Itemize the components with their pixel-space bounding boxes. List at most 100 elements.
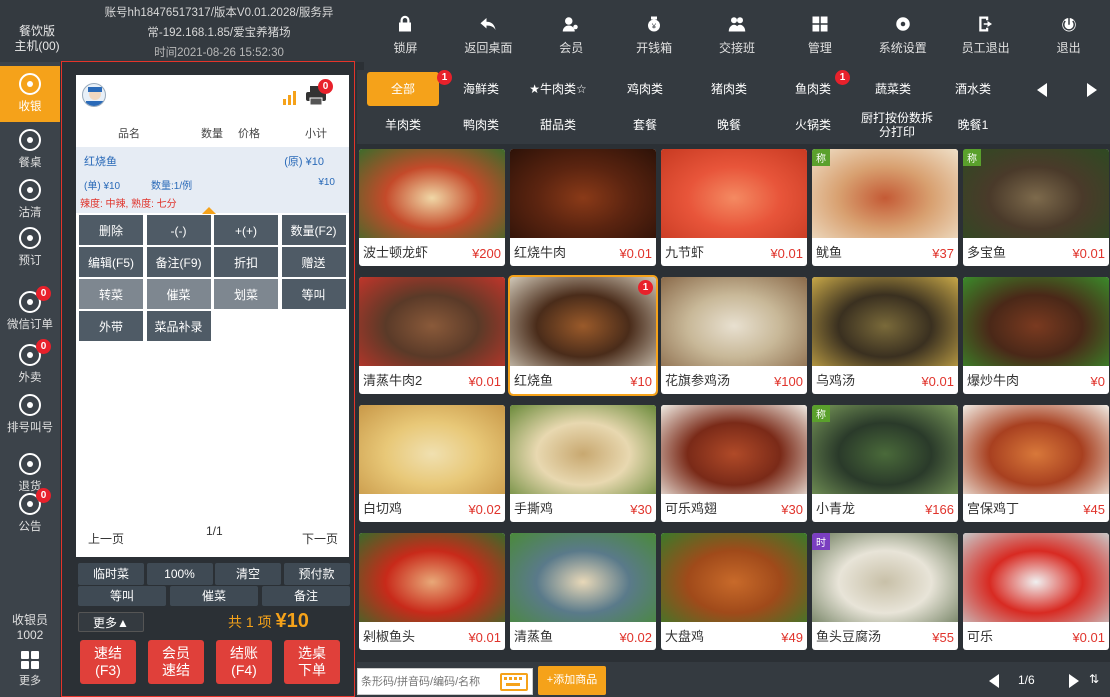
category-tab[interactable]: 蔬菜类 (857, 72, 929, 106)
category-tab[interactable]: 晚餐 (693, 108, 765, 142)
dish-card[interactable]: 爆炒牛肉 ¥0 (963, 277, 1109, 394)
sidebar-item-warning[interactable]: 沽清 (0, 176, 60, 220)
dish-card[interactable]: 手撕鸡 ¥30 (510, 405, 656, 522)
quick-op-button[interactable]: 临时菜 (78, 563, 144, 585)
category-tab[interactable]: ★牛肉类☆ (522, 72, 594, 106)
dish-card[interactable]: 清蒸鱼 ¥0.02 (510, 533, 656, 650)
quick-op-button[interactable]: 100% (146, 563, 213, 585)
dish-card[interactable]: 称小青龙 ¥166 (812, 405, 958, 522)
checkout-action-button[interactable]: 结账 (F4) (216, 640, 272, 684)
info-line-1: 账号hh18476517317/版本V0.01.2028/服务异 (104, 7, 334, 19)
sidebar-item-cashier[interactable]: 收银 (0, 66, 60, 122)
sidebar-item-wechat[interactable]: 微信订单 0 (0, 286, 60, 332)
order-action-button[interactable]: 菜品补录 (145, 310, 212, 342)
category-tab[interactable]: 晚餐1 (937, 108, 1009, 142)
next-page-arrow-icon[interactable] (1069, 674, 1079, 688)
topnav-manage-button[interactable]: 管理 (778, 0, 861, 70)
avatar[interactable] (82, 83, 106, 107)
category-tab[interactable]: 火锅类 (777, 108, 849, 142)
order-item[interactable]: 红烧鱼 (原) ¥10 (单) ¥10 数量:1/例 ¥10 辣度: 中辣, 熟… (76, 147, 349, 213)
dish-card[interactable]: 称多宝鱼 ¥0.01 (963, 149, 1109, 266)
order-action-button[interactable]: 备注(F9) (145, 246, 212, 278)
checkout-action-button[interactable]: 会员 速结 (148, 640, 204, 684)
sidebar-item-notice[interactable]: 公告 0 (0, 488, 60, 534)
quick-op-row2-button[interactable]: 备注 (262, 586, 350, 606)
order-action-button[interactable]: -(-) (145, 214, 212, 246)
topnav-shift-handover-button[interactable]: 交接班 (696, 0, 779, 70)
dish-card[interactable]: 清蒸牛肉2 ¥0.01 (359, 277, 505, 394)
add-product-button[interactable]: +添加商品 (538, 666, 606, 695)
dish-card[interactable]: 波士顿龙虾 ¥200 (359, 149, 505, 266)
col-header-subtotal: 小计 (305, 128, 327, 140)
category-tab[interactable]: 鸡肉类 (609, 72, 681, 106)
sidebar-item-queue[interactable]: 排号叫号 (0, 391, 60, 435)
category-next-arrow-icon[interactable] (1087, 83, 1097, 97)
dish-price: ¥30 (781, 502, 803, 517)
category-tab[interactable]: 全部 1 (367, 70, 452, 106)
prev-page-button[interactable]: 上一页 (88, 530, 124, 547)
topnav-settings-gear-button[interactable]: 系统设置 (861, 0, 944, 70)
printer-icon[interactable]: 0 (304, 79, 333, 112)
order-action-button[interactable]: 删除 (78, 214, 144, 246)
dish-card[interactable]: 花旗参鸡汤 ¥100 (661, 277, 807, 394)
category-tab[interactable]: 鱼肉类 1 (777, 70, 850, 106)
quick-op-row2-button[interactable]: 催菜 (170, 586, 258, 606)
quick-op-button[interactable]: 清空 (215, 563, 281, 585)
checkout-action-button[interactable]: 速结 (F3) (80, 640, 136, 684)
dish-price: ¥45 (1083, 502, 1105, 517)
dish-card[interactable]: 剁椒鱼头 ¥0.01 (359, 533, 505, 650)
dish-card[interactable]: 1 红烧鱼 ¥10 (508, 275, 658, 396)
topnav-power-button[interactable]: 退出 (1027, 0, 1110, 70)
topnav-cash-box-button[interactable]: ¥ 开钱箱 (613, 0, 696, 70)
dish-card[interactable]: 可乐鸡翅 ¥30 (661, 405, 807, 522)
sort-icon[interactable]: ⇅ (1089, 672, 1099, 686)
dish-card[interactable]: 时鱼头豆腐汤 ¥55 (812, 533, 958, 650)
category-tab[interactable]: 羊肉类 (367, 108, 439, 142)
more-button[interactable]: 更多▲ (78, 612, 144, 632)
dish-card[interactable]: 乌鸡汤 ¥0.01 (812, 277, 958, 394)
topnav-lock-button[interactable]: 锁屏 (364, 0, 447, 70)
order-action-button[interactable]: 等叫 (280, 278, 347, 310)
sidebar-item-takeout[interactable]: 外卖 0 (0, 339, 60, 385)
order-action-button[interactable]: 划菜 (213, 278, 279, 310)
sidebar-more-button[interactable]: 更多 (0, 650, 60, 688)
topnav-member-button[interactable]: 会员 (530, 0, 613, 70)
order-action-button[interactable]: +(+) (213, 214, 279, 246)
category-tab[interactable]: 厨打按份数拆分打印 (857, 108, 937, 142)
dish-card[interactable]: 红烧牛肉 ¥0.01 (510, 149, 656, 266)
category-tab[interactable]: 海鲜类 (445, 72, 517, 106)
next-page-button[interactable]: 下一页 (302, 530, 338, 547)
topnav-label: 交接班 (719, 40, 756, 55)
checkout-action-button[interactable]: 选桌 下单 (284, 640, 340, 684)
dish-card[interactable]: 白切鸡 ¥0.02 (359, 405, 505, 522)
topnav-back-arrow-button[interactable]: 返回桌面 (447, 0, 530, 70)
category-tab[interactable]: 酒水类 (937, 72, 1009, 106)
order-action-button[interactable]: 转菜 (78, 278, 144, 310)
order-action-button[interactable]: 催菜 (145, 278, 212, 310)
sidebar-item-dining-table[interactable]: 餐桌 (0, 126, 60, 170)
category-prev-arrow-icon[interactable] (1037, 83, 1047, 97)
order-action-button[interactable]: 编辑(F5) (78, 246, 144, 278)
order-action-button[interactable]: 折扣 (213, 246, 279, 278)
category-tab[interactable]: 鸭肉类 (445, 108, 517, 142)
topnav-staff-logout-button[interactable]: 员工退出 (944, 0, 1027, 70)
sidebar-item-reservation[interactable]: 预订 (0, 224, 60, 268)
dish-card[interactable]: 大盘鸡 ¥49 (661, 533, 807, 650)
dish-card[interactable]: 称鱿鱼 ¥37 (812, 149, 958, 266)
dish-price: ¥0.02 (468, 502, 501, 517)
sidebar-item-return[interactable]: 退货 (0, 450, 60, 494)
dish-card[interactable]: 可乐 ¥0.01 (963, 533, 1109, 650)
dish-card[interactable]: 九节虾 ¥0.01 (661, 149, 807, 266)
quick-op-row2-button[interactable]: 等叫 (78, 586, 166, 606)
order-action-button[interactable]: 数量(F2) (280, 214, 347, 246)
category-tab[interactable]: 猪肉类 (693, 72, 765, 106)
order-action-button[interactable]: 赠送 (280, 246, 347, 278)
checkout-action-line1: 选桌 (298, 645, 326, 661)
keyboard-icon[interactable] (500, 673, 528, 691)
prev-page-arrow-icon[interactable] (989, 674, 999, 688)
dish-card[interactable]: 宫保鸡丁 ¥45 (963, 405, 1109, 522)
category-tab[interactable]: 甜品类 (522, 108, 594, 142)
quick-op-button[interactable]: 预付款 (283, 563, 350, 585)
order-action-button[interactable]: 外带 (78, 310, 144, 342)
category-tab[interactable]: 套餐 (609, 108, 681, 142)
